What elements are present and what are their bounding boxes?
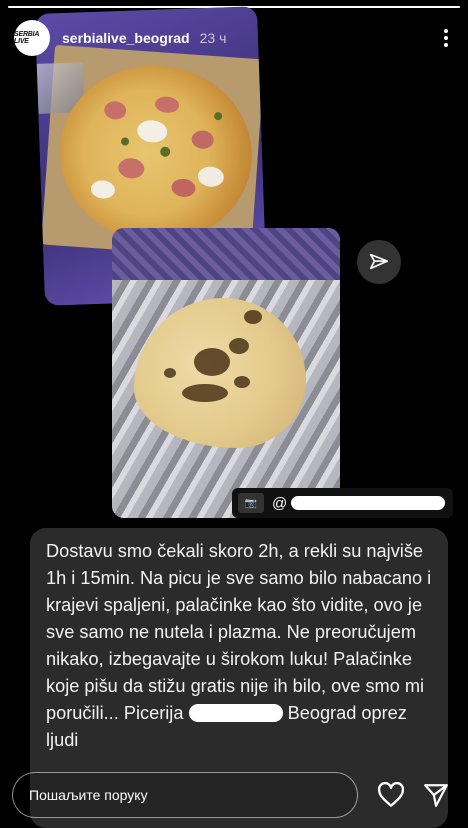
mention-at: @ [272,494,288,512]
send-icon[interactable] [422,782,450,808]
redacted-username [291,496,446,510]
post-time: 23 ч [199,30,227,46]
username[interactable]: serbialive_beograd [62,30,190,46]
share-button[interactable] [357,240,401,284]
reply-input[interactable]: Пошаљите поруку [12,772,358,818]
camera-icon: 📷 [238,493,264,513]
send-icon [369,253,389,270]
story-header: SERBIA LIVE serbialive_beograd 23 ч [14,18,458,58]
mention-sticker[interactable]: 📷 @ [232,488,454,518]
reply-placeholder: Пошаљите поруку [29,787,148,803]
heart-icon[interactable] [376,782,406,808]
crepe-photo [112,228,340,518]
caption-text: Dostavu smo čekali skoro 2h, a rekli su … [46,538,438,754]
redacted-name [188,704,283,722]
avatar[interactable]: SERBIA LIVE [14,20,50,56]
more-vertical-icon[interactable] [434,23,458,53]
caption-part-1: Dostavu smo čekali skoro 2h, a rekli su … [46,541,432,723]
